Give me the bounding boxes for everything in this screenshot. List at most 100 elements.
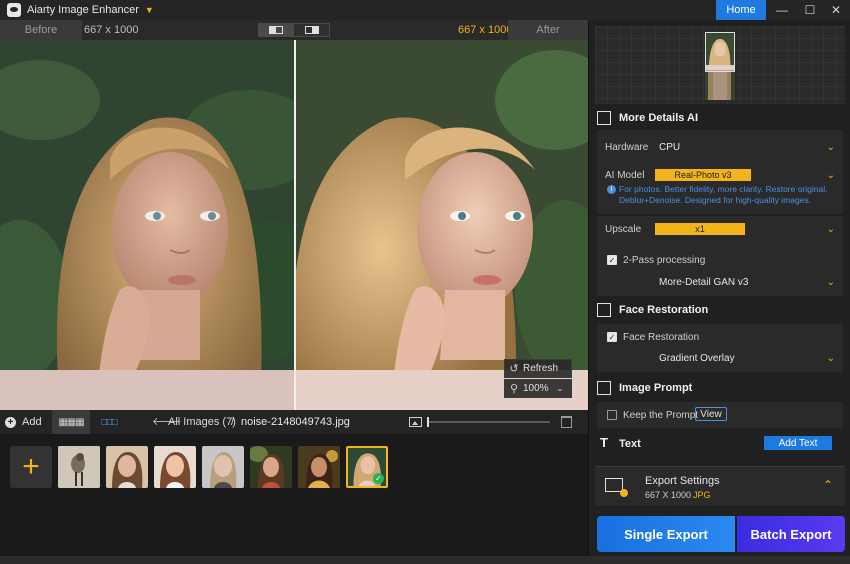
- add-text-button[interactable]: Add Text: [764, 436, 832, 450]
- plus-icon: +: [5, 416, 16, 428]
- split-view-button[interactable]: [258, 23, 293, 37]
- single-export-button[interactable]: Single Export: [597, 516, 735, 552]
- chevron-down-icon: ⌄: [826, 223, 835, 235]
- view-prompt-button[interactable]: View: [695, 407, 727, 421]
- home-button[interactable]: Home: [716, 0, 766, 20]
- minimize-icon[interactable]: —: [768, 0, 796, 20]
- add-label: Add: [22, 416, 42, 428]
- app-title: Aiarty Image Enhancer: [27, 4, 139, 16]
- face-mode-dropdown[interactable]: Gradient Overlay ⌄: [655, 349, 839, 367]
- ai-model-label: AI Model: [605, 170, 645, 181]
- export-settings-title: Export Settings: [645, 475, 720, 487]
- thumbnail-size-slider[interactable]: [428, 421, 550, 423]
- keep-prompt-label: Keep the Prompt: [623, 410, 699, 421]
- grid-view-button[interactable]: ▦▦▦: [52, 410, 90, 434]
- two-pass-model-value: More-Detail GAN v3: [659, 276, 749, 288]
- refresh-icon: ↺: [509, 363, 519, 375]
- export-settings-icon: [605, 478, 628, 497]
- slider-handle[interactable]: [427, 417, 429, 427]
- chevron-up-icon[interactable]: ⌃: [823, 478, 833, 492]
- current-file-name: noise-2148049743.jpg: [241, 416, 350, 428]
- before-image-portrait: [0, 40, 295, 410]
- breadcrumb-separator: /: [231, 416, 235, 428]
- trash-icon[interactable]: [561, 416, 572, 428]
- thumb-bird[interactable]: [58, 446, 100, 488]
- face-restoration-label: Face Restoration: [623, 332, 700, 343]
- side-by-side-button[interactable]: [293, 23, 330, 37]
- upscale-value: x1: [655, 223, 745, 235]
- filmstrip-toolbar: + Add ▦▦▦ □□□ 🡐 All Images (7) / noise-2…: [0, 410, 588, 434]
- chevron-down-icon: ⌄: [826, 169, 835, 181]
- maximize-icon[interactable]: ☐: [796, 0, 824, 20]
- ai-model-value: Real-Photo v3: [655, 169, 751, 181]
- compare-bar: Before 667 x 1000 667 x 1000 After: [0, 20, 588, 40]
- chevron-down-icon[interactable]: ▼: [145, 5, 154, 15]
- thumb-woman-3[interactable]: [202, 446, 244, 488]
- export-dimensions: 667 X 1000: [645, 490, 692, 500]
- before-label: Before: [0, 20, 82, 40]
- add-button[interactable]: + Add: [0, 410, 48, 434]
- navigator-minimap[interactable]: [595, 26, 845, 104]
- minimap-image-rest: [705, 72, 735, 100]
- view-mode-toggle: [258, 23, 330, 37]
- zoom-dropdown[interactable]: ⚲ 100% ⌄: [504, 379, 572, 398]
- face-mode-value: Gradient Overlay: [659, 352, 735, 364]
- all-images-link[interactable]: All Images (7): [168, 410, 236, 434]
- more-details-card: Hardware CPU ⌄ AI Model Real-Photo v3 ⌄ …: [597, 130, 843, 214]
- batch-export-button[interactable]: Batch Export: [737, 516, 845, 552]
- image-prompt-title: Image Prompt: [619, 382, 693, 394]
- thumb-woman-5[interactable]: [298, 446, 340, 488]
- compare-divider[interactable]: [294, 40, 296, 410]
- upscale-dropdown[interactable]: x1 ⌄: [655, 220, 839, 238]
- face-restoration-card: ✓ Face Restoration Gradient Overlay ⌄: [597, 324, 843, 372]
- filmstrip: + ✓: [0, 434, 588, 556]
- thumb-woman-2[interactable]: [154, 446, 196, 488]
- refresh-label: Refresh: [523, 363, 559, 374]
- zoom-icon: ⚲: [509, 383, 519, 395]
- chevron-down-icon: ⌄: [826, 141, 835, 153]
- zoom-value: 100%: [523, 383, 549, 394]
- ai-model-description: For photos. Better fidelity, more clarit…: [619, 184, 828, 205]
- text-title: Text: [619, 438, 641, 450]
- thumb-woman-1[interactable]: [106, 446, 148, 488]
- image-prompt-header: Image Prompt: [597, 376, 843, 400]
- chevron-down-icon: ⌄: [556, 384, 564, 393]
- upscale-card: Upscale x1 ⌄ ✓ 2-Pass processing More-De…: [597, 216, 843, 296]
- selected-check-icon: ✓: [373, 473, 384, 484]
- minimap-viewport[interactable]: [705, 32, 735, 72]
- bottom-strip: [0, 556, 850, 564]
- app-logo-icon: [7, 3, 21, 17]
- thumb-woman-4[interactable]: [250, 446, 292, 488]
- refresh-button[interactable]: ↺ Refresh: [504, 359, 572, 378]
- chevron-down-icon: ⌄: [826, 276, 835, 288]
- image-prompt-card: Keep the Prompt View: [597, 402, 843, 428]
- prompt-icon: [597, 381, 611, 395]
- upscale-label: Upscale: [605, 224, 642, 235]
- after-image[interactable]: [295, 40, 588, 410]
- face-restoration-header: Face Restoration: [597, 298, 843, 322]
- thumb-woman-6[interactable]: ✓: [346, 446, 388, 488]
- enhance-icon: [597, 111, 611, 125]
- hardware-label: Hardware: [605, 142, 649, 153]
- text-icon: T: [600, 435, 608, 450]
- add-image-tile[interactable]: +: [10, 446, 52, 488]
- chevron-down-icon: ⌄: [826, 352, 835, 364]
- face-icon: [597, 303, 611, 317]
- before-image[interactable]: [0, 40, 295, 410]
- close-icon[interactable]: ✕: [822, 0, 850, 20]
- more-details-title: More Details AI: [619, 112, 699, 124]
- strip-view-button[interactable]: □□□: [90, 410, 128, 434]
- after-dimensions: 667 x 1000: [458, 24, 513, 36]
- two-pass-checkbox[interactable]: ✓: [607, 255, 617, 265]
- export-format: JPG: [693, 490, 711, 500]
- export-settings[interactable]: Export Settings 667 X 1000 JPG ⌃: [595, 466, 845, 506]
- image-size-icon: [409, 417, 422, 427]
- ai-model-dropdown[interactable]: Real-Photo v3 ⌄: [655, 166, 839, 184]
- face-restoration-checkbox[interactable]: ✓: [607, 332, 617, 342]
- before-dimensions: 667 x 1000: [84, 24, 139, 36]
- two-pass-label: 2-Pass processing: [623, 255, 706, 266]
- more-details-header: More Details AI: [597, 106, 843, 130]
- keep-prompt-checkbox[interactable]: [607, 410, 617, 420]
- hardware-dropdown[interactable]: CPU ⌄: [659, 138, 839, 156]
- two-pass-model-dropdown[interactable]: More-Detail GAN v3 ⌄: [655, 273, 839, 291]
